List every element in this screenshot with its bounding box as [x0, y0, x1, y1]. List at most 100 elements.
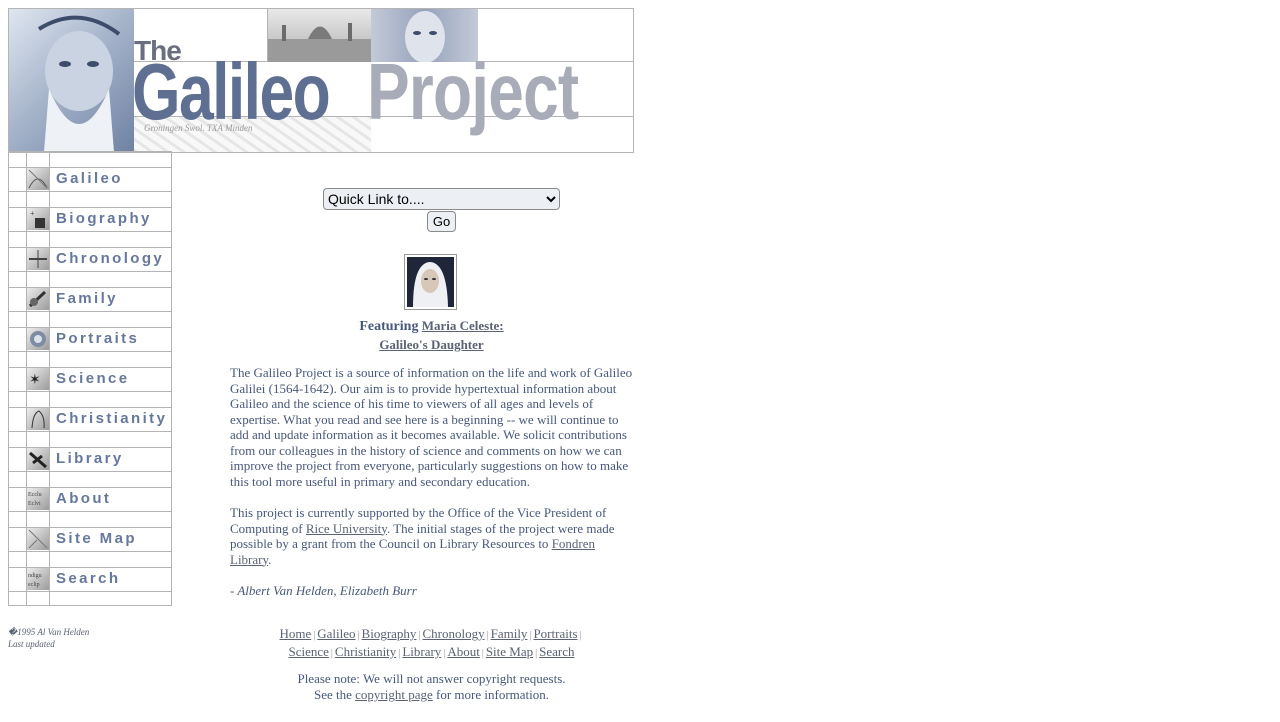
nav-item-about[interactable]: Ecclu Eclvi About	[27, 487, 173, 511]
svg-text:Eclvi: Eclvi	[28, 501, 41, 507]
library-thumb-icon	[27, 448, 49, 470]
maria-celeste-thumbnail[interactable]	[404, 254, 457, 310]
nav-item-label: Site Map	[56, 530, 137, 547]
galileo-thumb-icon	[27, 168, 49, 190]
copyright-page-link[interactable]: copyright page	[355, 687, 433, 702]
copyright-notice: Please note: We will not answer copyrigh…	[230, 671, 633, 703]
nav-item-label: Portraits	[56, 330, 140, 347]
footer-link-chronology[interactable]: Chronology	[422, 626, 484, 641]
nav-item-biography[interactable]: + Biography	[27, 207, 173, 231]
svg-text:+: +	[30, 209, 35, 218]
nav-item-label: About	[56, 490, 112, 507]
footer-link-about[interactable]: About	[447, 644, 480, 659]
last-updated-text: Last updated	[8, 639, 55, 649]
search-thumb-icon: ndigu eclip	[27, 568, 49, 590]
copyright-note: �1995 Al Van Helden Last updated	[8, 626, 89, 650]
family-thumb-icon	[27, 288, 49, 310]
svg-text:✶: ✶	[29, 373, 41, 388]
footer-separator: |	[481, 648, 484, 659]
rice-university-link[interactable]: Rice University	[306, 521, 387, 536]
nav-grid-line	[9, 351, 171, 352]
left-navigation: Galileo + Biography Chronology Family Portrai…	[8, 151, 172, 606]
footer-separator: |	[579, 630, 582, 641]
nav-grid-line	[9, 191, 171, 192]
nav-grid-line	[9, 471, 171, 472]
footer-link-christianity[interactable]: Christianity	[335, 644, 396, 659]
title-galileo: Galileo	[132, 47, 331, 136]
copyright-text: �1995 Al Van Helden	[8, 627, 90, 637]
quick-link-select[interactable]: Quick Link to....	[323, 188, 560, 210]
footer-link-science[interactable]: Science	[288, 644, 328, 659]
go-button[interactable]: Go	[427, 211, 456, 232]
nav-item-search[interactable]: ndigu eclip Search	[27, 567, 173, 591]
footer-link-library[interactable]: Library	[402, 644, 441, 659]
sitemap-thumb-icon	[27, 528, 49, 550]
biography-thumb-icon: +	[27, 208, 49, 230]
author-signature: - Albert Van Helden, Elizabeth Burr	[230, 583, 417, 598]
footer-link-biography[interactable]: Biography	[362, 626, 417, 641]
nav-item-label: Science	[56, 370, 130, 387]
nav-item-christianity[interactable]: Christianity	[27, 407, 173, 431]
support-paragraph: This project is currently supported by t…	[230, 505, 636, 567]
footer-separator: |	[418, 630, 421, 641]
nav-grid-line	[9, 271, 171, 272]
nav-grid-line	[9, 591, 171, 592]
footer-separator: |	[529, 630, 532, 641]
about-thumb-icon: Ecclu Eclvi	[27, 488, 49, 510]
nav-grid-line	[9, 551, 171, 552]
nav-item-label: Chronology	[56, 250, 165, 267]
footer-link-search[interactable]: Search	[539, 644, 574, 659]
notice-line: Please note: We will not answer copyrigh…	[297, 671, 566, 686]
nav-grid-line	[9, 511, 171, 512]
footer-link-site-map[interactable]: Site Map	[486, 644, 533, 659]
nav-grid-line	[9, 391, 171, 392]
portraits-thumb-icon	[27, 328, 49, 350]
nav-item-label: Family	[56, 290, 118, 307]
footer-separator: |	[443, 648, 446, 659]
notice-text: See the	[313, 687, 356, 702]
nav-item-sitemap[interactable]: Site Map	[27, 527, 173, 551]
footer-separator: |	[535, 648, 538, 659]
galileos-daughter-link[interactable]: Galileo's Daughter	[379, 337, 483, 352]
title-project: Project	[367, 47, 579, 136]
nav-item-family[interactable]: Family	[27, 287, 173, 311]
galileo-portrait-image	[9, 9, 134, 152]
nav-item-chronology[interactable]: Chronology	[27, 247, 173, 271]
footer-links-row: Science | Christianity | Library | About | Site …	[230, 644, 633, 662]
intro-paragraph: The Galileo Project is a source of infor…	[230, 365, 633, 489]
footer-separator: |	[313, 630, 316, 641]
notice-text: for more information.	[432, 687, 550, 702]
nav-grid-line	[9, 311, 171, 312]
nav-item-science[interactable]: ✶ Science	[27, 367, 173, 391]
nav-grid-line	[9, 431, 171, 432]
nav-item-portraits[interactable]: Portraits	[27, 327, 173, 351]
nav-item-galileo[interactable]: Galileo	[27, 167, 173, 191]
footer-link-home[interactable]: Home	[279, 626, 311, 641]
featuring-label: Featuring	[359, 319, 419, 334]
site-banner: Groningen Swol. TXA Minden The Galileo P…	[8, 8, 634, 153]
nav-item-label: Christianity	[56, 410, 168, 427]
maria-celeste-link[interactable]: Maria Celeste:	[422, 318, 504, 333]
footer-separator: |	[398, 648, 401, 659]
featuring-caption: Featuring Maria Celeste: Galileo's Daugh…	[230, 317, 633, 354]
nav-item-label: Biography	[56, 210, 152, 227]
svg-text:eclip: eclip	[28, 582, 40, 588]
footer-links-row: Home | Galileo | Biography | Chronology | Family…	[230, 626, 633, 644]
svg-text:ndigu: ndigu	[28, 573, 42, 579]
footer-separator: |	[357, 630, 360, 641]
nav-item-label: Galileo	[56, 170, 123, 187]
nav-item-label: Search	[56, 570, 121, 587]
footer-separator: |	[330, 648, 333, 659]
footer-navigation: Home | Galileo | Biography | Chronology | Family…	[230, 626, 633, 662]
nav-item-label: Library	[56, 450, 124, 467]
svg-text:Ecclu: Ecclu	[28, 492, 42, 498]
footer-link-portraits[interactable]: Portraits	[533, 626, 577, 641]
nav-item-library[interactable]: Library	[27, 447, 173, 471]
footer-link-galileo[interactable]: Galileo	[317, 626, 355, 641]
footer-separator: |	[486, 630, 489, 641]
footer-link-family[interactable]: Family	[491, 626, 528, 641]
chronology-thumb-icon	[27, 248, 49, 270]
support-text: .	[268, 551, 272, 567]
christianity-thumb-icon	[27, 408, 49, 430]
nav-grid-line	[9, 231, 171, 232]
